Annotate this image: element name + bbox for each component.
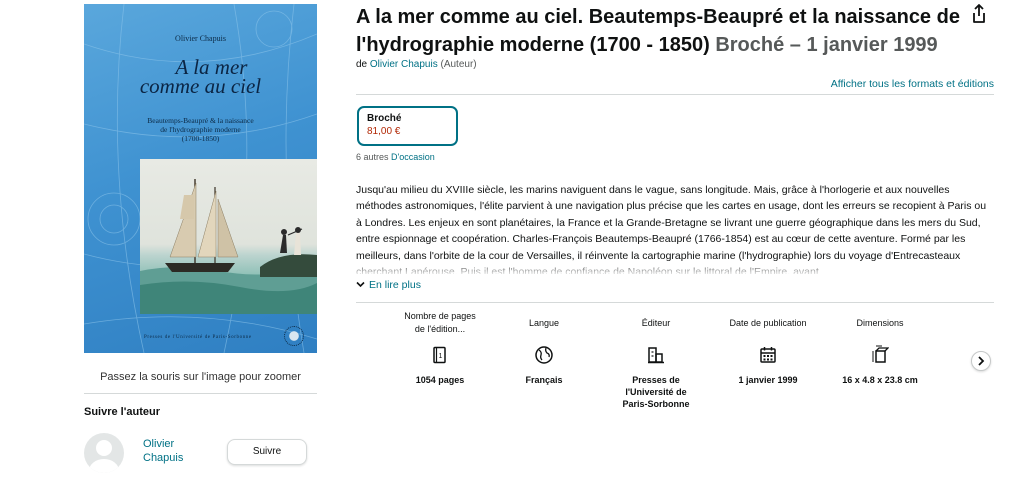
dimensions-icon xyxy=(820,344,940,366)
format-name: Broché xyxy=(367,113,402,124)
detail-publisher: Éditeur Presses de l'Université de Paris… xyxy=(596,310,716,410)
chevron-down-icon xyxy=(356,279,365,291)
publisher-building-icon xyxy=(596,344,716,366)
detail-language: Langue Français xyxy=(484,310,604,386)
cover-author: Olivier Chapuis xyxy=(175,34,226,43)
book-pages-icon: 1 xyxy=(380,344,500,366)
follow-button[interactable]: Suivre xyxy=(227,439,307,465)
svg-text:1: 1 xyxy=(439,353,443,360)
detail-label-line: de l'édition... xyxy=(414,324,466,334)
divider xyxy=(84,393,317,394)
cover-subtitle-line: Beautemps-Beaupré & la naissance xyxy=(147,116,254,125)
used-offers: 6 autres D'occasion xyxy=(356,152,435,162)
all-formats-link[interactable]: Afficher tous les formats et éditions xyxy=(831,78,994,90)
cover-painting-sailing-ship xyxy=(140,159,317,314)
product-details-carousel: Nombre de pages de l'édition... 1 1054 p… xyxy=(380,310,970,420)
detail-publication-date: Date de publication 1 janvier 1999 xyxy=(708,310,828,386)
detail-value-line: l'Université de xyxy=(625,387,687,397)
cover-title: A la mer comme au ciel xyxy=(84,57,317,98)
detail-value-line: Paris-Sorbonne xyxy=(622,399,690,409)
divider xyxy=(356,94,994,95)
detail-label: Date de publication xyxy=(729,317,807,328)
globe-icon xyxy=(484,344,604,366)
detail-label-line: Nombre de pages xyxy=(404,311,476,321)
detail-dimensions: Dimensions 16 x 4.8 x 23.8 cm xyxy=(820,310,940,386)
author-name-link[interactable]: Olivier Chapuis xyxy=(143,437,203,465)
divider xyxy=(356,302,994,303)
byline-prefix: de xyxy=(356,59,368,70)
read-more-label: En lire plus xyxy=(369,279,421,291)
avatar-head xyxy=(96,440,112,456)
detail-value: 1054 pages xyxy=(415,375,465,385)
detail-value: 1 janvier 1999 xyxy=(738,375,798,385)
detail-label: Éditeur xyxy=(641,317,671,328)
detail-label: Langue xyxy=(528,317,560,328)
follow-author-heading: Suivre l'auteur xyxy=(84,406,160,418)
product-title: A la mer comme au ciel. Beautemps-Beaupr… xyxy=(356,3,986,59)
cover-publisher: Presses de l'Université de Paris-Sorbonn… xyxy=(144,335,252,340)
detail-value: 16 x 4.8 x 23.8 cm xyxy=(842,375,918,385)
author-avatar[interactable] xyxy=(84,433,124,473)
book-cover-image[interactable]: Olivier Chapuis A la mer comme au ciel B… xyxy=(84,4,317,353)
detail-value: Français xyxy=(525,375,563,385)
carousel-next-button[interactable] xyxy=(971,351,991,371)
chevron-right-icon xyxy=(978,356,985,366)
avatar-body xyxy=(89,459,119,473)
university-seal-icon xyxy=(284,326,304,346)
detail-label: Nombre de pages de l'édition... xyxy=(380,310,500,336)
calendar-icon xyxy=(708,344,828,366)
author-link[interactable]: Olivier Chapuis xyxy=(370,59,438,70)
detail-label: Dimensions xyxy=(856,317,904,328)
detail-value-line: Presses de xyxy=(632,375,680,385)
format-option-broche[interactable]: Broché 81,00 € xyxy=(357,106,458,146)
byline: de Olivier Chapuis (Auteur) xyxy=(356,59,477,70)
share-icon xyxy=(973,4,985,23)
zoom-hint: Passez la souris sur l'image pour zoomer xyxy=(100,371,301,383)
format-price: 81,00 € xyxy=(367,126,401,137)
cover-title-line: comme au ciel xyxy=(139,74,262,98)
author-role: (Auteur) xyxy=(440,59,477,70)
cover-subtitle-line: (1700-1850) xyxy=(181,134,220,143)
read-more-link[interactable]: En lire plus xyxy=(356,279,421,291)
cover-subtitle-line: de l'hydrographie moderne xyxy=(160,125,241,134)
used-offers-link[interactable]: D'occasion xyxy=(391,152,435,162)
detail-value: Presses de l'Université de Paris-Sorbonn… xyxy=(596,374,716,410)
product-format-date: Broché – 1 janvier 1999 xyxy=(715,34,938,56)
book-description: Jusqu'au milieu du XVIIIe siècle, les ma… xyxy=(356,182,994,274)
detail-page-count: Nombre de pages de l'édition... 1 1054 p… xyxy=(380,310,500,386)
share-button[interactable] xyxy=(965,1,993,27)
used-count: 6 autres xyxy=(356,152,389,162)
cover-subtitle: Beautemps-Beaupré & la naissance de l'hy… xyxy=(84,116,317,143)
